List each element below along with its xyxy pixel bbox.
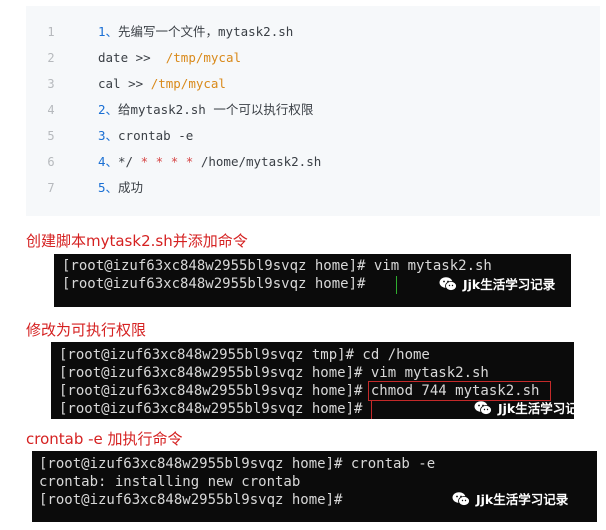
section-caption: 修改为可执行权限 — [26, 321, 147, 339]
cron-prefix: */ — [118, 154, 134, 169]
terminal-screenshot: [root@izuf63xc848w2955bl9svqz tmp]# cd /… — [51, 342, 574, 419]
watermark-text: Jjk生活学习记录 — [463, 277, 556, 292]
step-number: 5、 — [98, 180, 119, 195]
terminal-line: crontab: installing new crontab — [39, 474, 301, 490]
line-number: 3 — [47, 77, 55, 91]
highlight-marker — [371, 401, 372, 419]
terminal-screenshot: [root@izuf63xc848w2955bl9svqz home]# vim… — [54, 254, 571, 307]
watermark: Jjk生活学习记录 — [439, 274, 555, 293]
terminal-line: [root@izuf63xc848w2955bl9svqz home]# cro… — [39, 456, 436, 472]
step-number: 4、 — [98, 154, 119, 169]
step-number: 3、 — [98, 128, 119, 143]
command-text: date >> — [98, 50, 151, 65]
watermark-text: Jjk生活学习记录 — [476, 492, 569, 507]
terminal-line: [root@izuf63xc848w2955bl9svqz home]# vim… — [62, 258, 492, 274]
code-block: 1 1、先编写一个文件，mytask2.sh 2 date >> /tmp/my… — [26, 6, 600, 216]
terminal-cursor — [396, 276, 397, 294]
line-number: 4 — [47, 103, 55, 117]
watermark-text: Jjk生活学习记录 — [498, 401, 574, 416]
terminal-line: [root@izuf63xc848w2955bl9svqz tmp]# cd /… — [59, 347, 430, 363]
step-text: crontab -e — [118, 128, 194, 143]
terminal-line: [root@izuf63xc848w2955bl9svqz home]# — [62, 276, 366, 292]
path-text: /tmp/mycal — [150, 76, 226, 91]
path-text: /tmp/mycal — [165, 50, 242, 65]
terminal-line: [root@izuf63xc848w2955bl9svqz home]# — [59, 401, 363, 417]
wechat-icon — [474, 400, 492, 415]
command-text: cal >> — [98, 76, 144, 91]
wechat-icon — [452, 491, 470, 506]
step-text: 先编写一个文件，mytask2.sh — [118, 24, 294, 39]
terminal-line: [root@izuf63xc848w2955bl9svqz home]# vim… — [59, 365, 489, 381]
watermark: Jjk生活学习记录 — [474, 398, 574, 417]
step-number: 1、 — [98, 24, 119, 39]
path-text: /home/mytask2.sh — [200, 154, 322, 169]
line-number: 7 — [47, 181, 55, 195]
section-caption: crontab -e 加执行命令 — [26, 430, 183, 448]
terminal-line: [root@izuf63xc848w2955bl9svqz home]# — [39, 492, 343, 508]
line-number: 2 — [47, 51, 55, 65]
step-text: 成功 — [118, 180, 144, 195]
line-number: 1 — [47, 25, 55, 39]
watermark: Jjk生活学习记录 — [452, 489, 568, 508]
step-text: 给mytask2.sh 一个可以执行权限 — [118, 102, 314, 117]
section-caption: 创建脚本mytask2.sh并添加命令 — [26, 232, 248, 250]
step-number: 2、 — [98, 102, 119, 117]
line-number: 5 — [47, 129, 55, 143]
terminal-screenshot: [root@izuf63xc848w2955bl9svqz home]# cro… — [32, 451, 597, 522]
wechat-icon — [439, 276, 457, 291]
line-number: 6 — [47, 155, 55, 169]
cron-stars: * * * * — [140, 154, 194, 169]
